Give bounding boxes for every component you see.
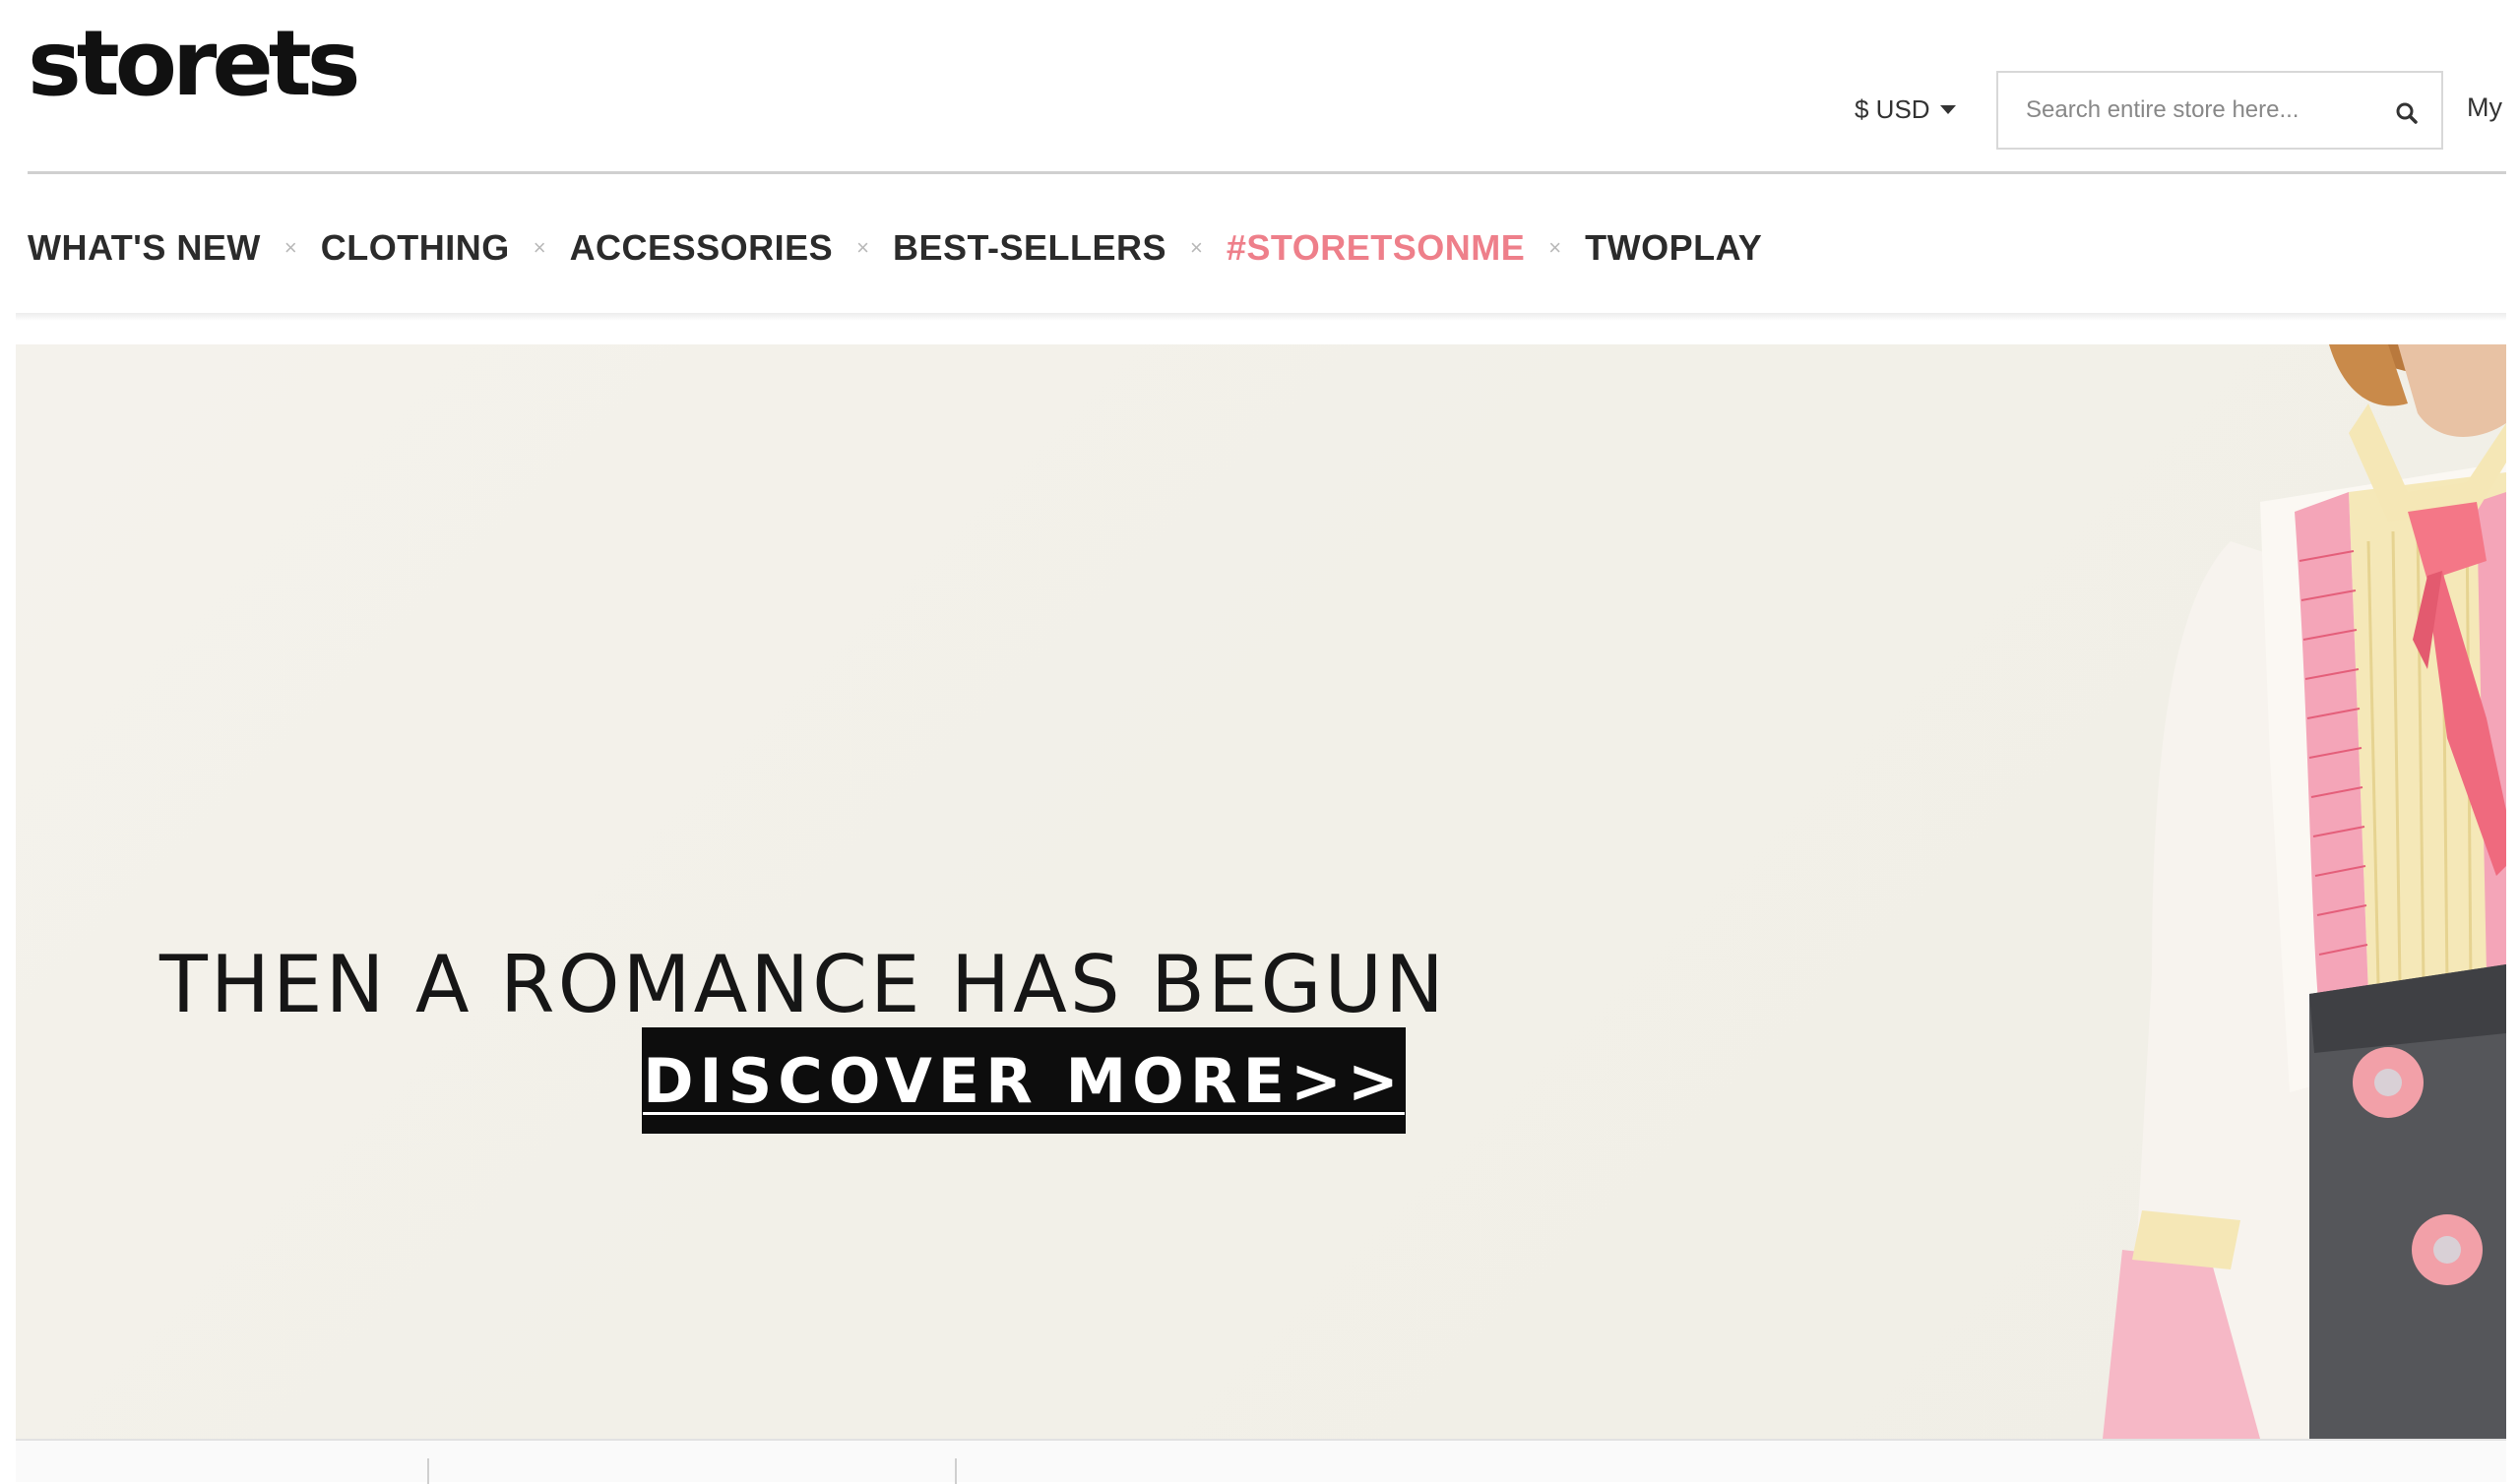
discover-more-button[interactable]: DISCOVER MORE>> (642, 1027, 1406, 1134)
header-divider (28, 171, 2506, 174)
strip-divider (955, 1458, 957, 1484)
discover-more-label: DISCOVER MORE>> (643, 1044, 1405, 1117)
nav-item-best-sellers[interactable]: BEST-SELLERS (893, 227, 1166, 269)
currency-selector[interactable]: $ USD (1855, 94, 1956, 125)
main-nav: WHAT'S NEW × CLOTHING × ACCESSORIES × BE… (28, 218, 1762, 278)
nav-item-whats-new[interactable]: WHAT'S NEW (28, 227, 261, 269)
site-header: storets $ USD My (0, 0, 2520, 175)
nav-separator: × (1190, 235, 1203, 260)
currency-label: $ USD (1855, 94, 1930, 124)
bottom-strip (16, 1439, 2506, 1484)
site-logo[interactable]: storets (28, 10, 360, 118)
nav-item-twoplay[interactable]: TWOPLAY (1585, 227, 1762, 269)
nav-separator: × (856, 235, 869, 260)
search-box (1996, 71, 2443, 150)
nav-separator: × (284, 235, 297, 260)
search-input[interactable] (1998, 73, 2372, 148)
strip-divider (427, 1458, 429, 1484)
nav-item-storetsonme[interactable]: #STORETSONME (1227, 227, 1525, 269)
nav-item-clothing[interactable]: CLOTHING (321, 227, 510, 269)
nav-divider (16, 313, 2506, 321)
model-photo (2103, 344, 2506, 1439)
search-icon[interactable] (2394, 100, 2420, 126)
nav-separator: × (1548, 235, 1562, 260)
hero-banner[interactable]: THEN A ROMANCE HAS BEGUN DISCOVER MORE>> (16, 344, 2506, 1439)
nav-item-accessories[interactable]: ACCESSORIES (570, 227, 834, 269)
hero-headline: THEN A ROMANCE HAS BEGUN (159, 938, 1447, 1030)
chevron-down-icon (1939, 105, 1956, 114)
nav-separator: × (533, 235, 546, 260)
my-account-link[interactable]: My (2467, 93, 2502, 123)
